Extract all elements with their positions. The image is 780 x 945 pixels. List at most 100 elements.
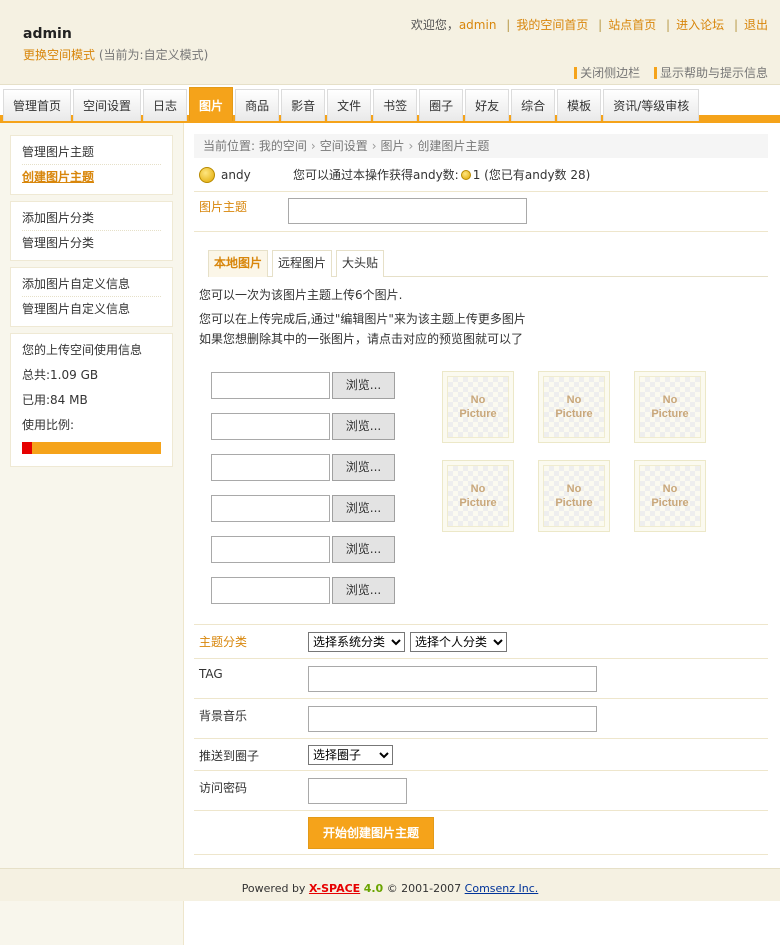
breadcrumb-images[interactable]: 图片	[381, 139, 405, 153]
file-path-input[interactable]	[211, 454, 330, 481]
sidebar-item-add-custom-info[interactable]: 添加图片自定义信息	[22, 272, 161, 297]
sidebar: 管理图片主题 创建图片主题 添加图片分类 管理图片分类 添加图片自定义信息 管理…	[0, 123, 184, 945]
tab-manage-home[interactable]: 管理首页	[3, 89, 72, 121]
brand-title: admin	[23, 26, 72, 42]
credit-text-before: 您可以通过本操作获得andy数:	[293, 168, 459, 182]
tab-bookmarks[interactable]: 书签	[373, 89, 418, 121]
file-path-input[interactable]	[211, 536, 330, 563]
forum-link[interactable]: 进入论坛	[676, 18, 724, 32]
tab-local-images[interactable]: 本地图片	[208, 250, 269, 277]
tag-input[interactable]	[308, 665, 597, 692]
tab-space-settings[interactable]: 空间设置	[73, 89, 142, 121]
coin-small-icon	[460, 169, 471, 180]
category-label: 主题分类	[199, 635, 248, 649]
file-path-input[interactable]	[211, 413, 330, 440]
browse-button[interactable]: 浏览...	[332, 413, 395, 440]
preview-thumbnail[interactable]: No Picture	[442, 460, 514, 532]
preview-thumbnail[interactable]: No Picture	[442, 371, 514, 443]
breadcrumb-label: 当前位置:	[203, 139, 256, 153]
breadcrumb-my-space[interactable]: 我的空间	[259, 139, 307, 153]
theme-row: 图片主题	[194, 192, 768, 232]
tab-blog[interactable]: 日志	[143, 89, 188, 121]
change-mode-link[interactable]: 更换空间模式	[23, 48, 95, 62]
tab-general[interactable]: 综合	[511, 89, 556, 121]
breadcrumb: 当前位置: 我的空间 › 空间设置 › 图片 › 创建图片主题	[194, 134, 768, 158]
browse-button[interactable]: 浏览...	[332, 454, 395, 481]
footer-product-link[interactable]: X-SPACE	[309, 882, 360, 895]
password-label: 访问密码	[199, 781, 248, 795]
sidebar-item-manage-themes[interactable]: 管理图片主题	[22, 140, 161, 165]
file-path-input[interactable]	[211, 495, 330, 522]
tab-files[interactable]: 文件	[327, 89, 372, 121]
credit-name: andy	[221, 167, 251, 182]
upload-tabs: 本地图片 远程图片 大头贴	[208, 250, 768, 277]
upload-info-3: 如果您想删除其中的一张图片，请点击对应的预览图就可以了	[199, 332, 524, 346]
tab-media[interactable]: 影音	[281, 89, 326, 121]
sidebar-item-manage-categories[interactable]: 管理图片分类	[22, 231, 161, 256]
main-nav: 管理首页 空间设置 日志 图片 商品 影音 文件 书签 圈子 好友 综合 模板 …	[0, 85, 780, 123]
theme-input[interactable]	[288, 198, 527, 224]
upload-info-1: 您可以一次为该图片主题上传6个图片.	[199, 288, 403, 302]
preview-thumbnail[interactable]: No Picture	[634, 371, 706, 443]
coin-icon	[199, 166, 215, 183]
preview-thumbnail[interactable]: No Picture	[538, 460, 610, 532]
system-category-select[interactable]: 选择系统分类	[308, 631, 405, 652]
breadcrumb-current: 创建图片主题	[417, 139, 490, 153]
mode-note: (当前为:自定义模式)	[98, 48, 209, 62]
browse-button[interactable]: 浏览...	[332, 577, 395, 604]
tab-images[interactable]: 图片	[189, 87, 234, 121]
username-link[interactable]: admin	[459, 18, 497, 32]
file-row: 浏览...	[211, 495, 395, 522]
usage-used: 已用:84 MB	[22, 393, 88, 407]
category-row: 主题分类 选择系统分类 选择个人分类	[194, 625, 768, 659]
browse-button[interactable]: 浏览...	[332, 495, 395, 522]
music-input[interactable]	[308, 705, 597, 732]
credit-text-after: 1 (您已有andy数 28)	[472, 168, 591, 182]
theme-label: 图片主题	[199, 200, 248, 214]
footer-version: 4.0	[363, 882, 384, 895]
file-path-input[interactable]	[211, 372, 330, 399]
sidebar-item-add-category[interactable]: 添加图片分类	[22, 206, 161, 231]
breadcrumb-space-settings[interactable]: 空间设置	[320, 139, 368, 153]
tag-label: TAG	[199, 667, 223, 681]
site-home-link[interactable]: 站点首页	[608, 18, 656, 32]
tab-remote-images[interactable]: 远程图片	[272, 250, 333, 277]
circle-row: 推送到圈子 选择圈子	[194, 739, 768, 771]
preview-thumbnail[interactable]: No Picture	[538, 371, 610, 443]
footer-company-link[interactable]: Comsenz Inc.	[465, 882, 539, 895]
file-row: 浏览...	[211, 372, 395, 399]
tab-templates[interactable]: 模板	[557, 89, 602, 121]
circle-select[interactable]: 选择圈子	[308, 744, 393, 765]
sidebar-group-categories: 添加图片分类 管理图片分类	[10, 201, 173, 261]
personal-category-select[interactable]: 选择个人分类	[410, 631, 507, 652]
tab-photo-sticker[interactable]: 大头贴	[336, 250, 385, 277]
tab-circles[interactable]: 圈子	[419, 89, 464, 121]
my-space-link[interactable]: 我的空间首页	[516, 18, 588, 32]
browse-button[interactable]: 浏览...	[332, 372, 395, 399]
file-row: 浏览...	[211, 577, 395, 604]
sidebar-item-manage-custom-info[interactable]: 管理图片自定义信息	[22, 297, 161, 322]
usage-progress-bar	[22, 442, 161, 454]
upload-info-2: 您可以在上传完成后,通过"编辑图片"来为该主题上传更多图片	[199, 312, 526, 326]
preview-thumbnail[interactable]: No Picture	[634, 460, 706, 532]
footer-powered: Powered by	[241, 882, 306, 895]
sidebar-item-create-theme[interactable]: 创建图片主题	[22, 165, 161, 190]
tab-goods[interactable]: 商品	[235, 89, 280, 121]
footer: Powered by X-SPACE 4.0 © 2001-2007 Comse…	[0, 868, 780, 901]
tag-row: TAG	[194, 659, 768, 699]
tab-news-review[interactable]: 资讯/等级审核	[603, 89, 700, 121]
show-help-link[interactable]: 显示帮助与提示信息	[653, 66, 768, 80]
browse-button[interactable]: 浏览...	[332, 536, 395, 563]
tab-friends[interactable]: 好友	[465, 89, 510, 121]
password-row: 访问密码	[194, 771, 768, 811]
close-sidebar-link[interactable]: 关闭侧边栏	[574, 66, 640, 80]
file-path-input[interactable]	[211, 577, 330, 604]
music-label: 背景音乐	[199, 709, 248, 723]
usage-total: 总共:1.09 GB	[22, 368, 99, 382]
create-theme-button[interactable]: 开始创建图片主题	[308, 816, 434, 849]
password-input[interactable]	[308, 777, 407, 804]
music-row: 背景音乐	[194, 699, 768, 739]
circle-label: 推送到圈子	[199, 749, 260, 763]
logout-link[interactable]: 退出	[744, 18, 768, 32]
main-content: 当前位置: 我的空间 › 空间设置 › 图片 › 创建图片主题 andy 您可以通过本操作获…	[184, 123, 780, 944]
